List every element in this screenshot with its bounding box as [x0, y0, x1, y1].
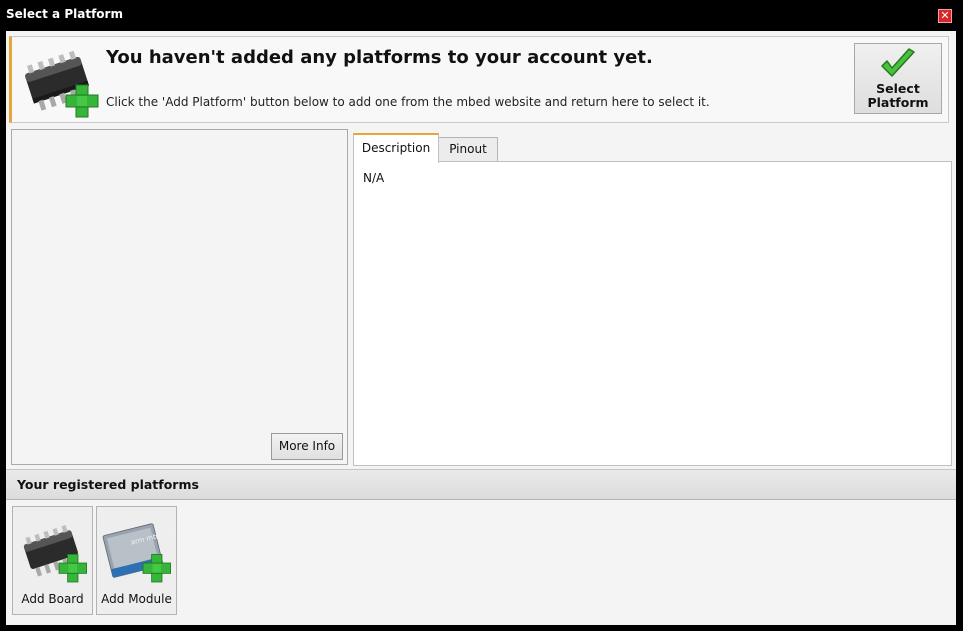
more-info-button[interactable]: More Info — [271, 433, 343, 460]
window-title: Select a Platform — [6, 7, 123, 21]
info-banner: You haven't added any platforms to your … — [9, 36, 949, 123]
chip-add-icon — [23, 524, 87, 583]
title-bar[interactable]: Select a Platform ✕ — [0, 0, 963, 31]
select-button-label-2: Platform — [867, 95, 929, 110]
registered-platforms-title: Your registered platforms — [17, 477, 199, 492]
add-board-tile[interactable]: Add Board — [12, 506, 93, 615]
dialog-body: You haven't added any platforms to your … — [6, 31, 956, 625]
add-board-label: Add Board — [21, 592, 84, 606]
chip-add-icon — [25, 50, 99, 118]
module-add-icon: arm mbed Enabled — [102, 523, 174, 583]
select-platform-button[interactable]: Select Platform — [854, 43, 942, 114]
platform-list-panel[interactable]: More Info — [11, 129, 348, 465]
banner-heading: You haven't added any platforms to your … — [106, 47, 653, 68]
tab-pinout[interactable]: Pinout — [438, 137, 498, 162]
add-module-tile[interactable]: arm mbed Enabled Add Module — [96, 506, 177, 615]
select-platform-dialog: Select a Platform ✕ You haven't added an… — [0, 0, 963, 631]
registered-platforms-header: Your registered platforms — [6, 469, 956, 500]
select-button-label-1: Select — [876, 81, 920, 96]
close-icon[interactable]: ✕ — [938, 9, 952, 23]
tab-description[interactable]: Description — [353, 133, 439, 163]
checkmark-icon — [881, 48, 915, 77]
description-text: N/A — [363, 171, 385, 185]
add-module-label: Add Module — [101, 592, 172, 606]
description-panel: N/A — [353, 161, 952, 466]
banner-subtext: Click the 'Add Platform' button below to… — [106, 95, 710, 109]
